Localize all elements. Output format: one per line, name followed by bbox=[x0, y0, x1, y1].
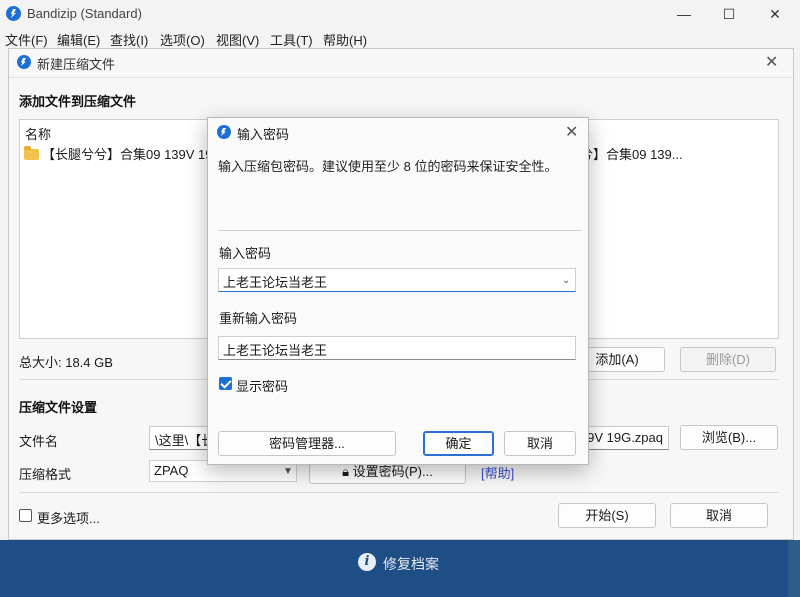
repair-archive-link[interactable]: 修复档案 bbox=[383, 554, 439, 574]
password-input[interactable]: 上老王论坛当老王 bbox=[218, 268, 576, 292]
filename-label: 文件名 bbox=[19, 434, 59, 449]
reenter-password-value: 上老王论坛当老王 bbox=[223, 343, 328, 358]
enter-password-label: 输入密码 bbox=[219, 246, 272, 261]
password-dialog: 输入密码 ✕ 输入压缩包密码。建议使用至少 8 位的密码来保证安全性。 输入密码… bbox=[207, 117, 589, 465]
info-icon: i bbox=[358, 553, 376, 571]
bottom-bar: i 修复档案 bbox=[0, 540, 800, 597]
browse-button[interactable]: 浏览(B)... bbox=[680, 425, 778, 450]
divider bbox=[9, 77, 795, 78]
close-icon[interactable]: ✕ bbox=[765, 52, 778, 72]
total-size: 总大小: 18.4 GB bbox=[19, 355, 113, 370]
help-link[interactable]: [帮助] bbox=[481, 463, 514, 482]
new-archive-title: 新建压缩文件 bbox=[37, 57, 116, 72]
menu-help[interactable]: 帮助(H) bbox=[323, 30, 367, 49]
divider bbox=[218, 230, 582, 231]
reenter-password-input[interactable]: 上老王论坛当老王 bbox=[218, 336, 576, 360]
new-archive-title-bar: 新建压缩文件 ✕ bbox=[9, 49, 793, 75]
add-files-heading: 添加文件到压缩文件 bbox=[19, 94, 137, 109]
show-password-label[interactable]: 显示密码 bbox=[236, 376, 288, 395]
bandizip-icon bbox=[6, 6, 21, 21]
delete-button[interactable]: 删除(D) bbox=[680, 347, 776, 372]
menu-view[interactable]: 视图(V) bbox=[216, 30, 259, 49]
password-title-bar: 输入密码 ✕ bbox=[208, 118, 588, 146]
divider bbox=[19, 492, 779, 493]
list-item-overflow: 兮】合集09 139... bbox=[580, 147, 683, 162]
reenter-password-label: 重新输入密码 bbox=[219, 311, 298, 326]
file-name: 【长腿兮兮】合集09 139V 19 bbox=[42, 147, 213, 162]
bandizip-icon bbox=[17, 55, 31, 69]
password-description: 输入压缩包密码。建议使用至少 8 位的密码来保证安全性。 bbox=[218, 159, 558, 174]
minimize-button[interactable]: — bbox=[661, 0, 707, 28]
close-button[interactable]: ✕ bbox=[752, 0, 798, 28]
filename-value-right: 9V 19G.zpaq bbox=[587, 430, 663, 445]
list-item[interactable]: 【长腿兮兮】合集09 139V 19 bbox=[24, 144, 213, 163]
more-options-checkbox[interactable] bbox=[19, 509, 32, 522]
password-value: 上老王论坛当老王 bbox=[223, 275, 328, 290]
window-title: Bandizip (Standard) bbox=[27, 6, 142, 21]
lock-icon: 🔒︎ bbox=[342, 464, 353, 479]
title-bar: Bandizip (Standard) — ☐ ✕ bbox=[0, 0, 800, 28]
password-dialog-title: 输入密码 bbox=[237, 127, 290, 142]
cancel-button[interactable]: 取消 bbox=[670, 503, 768, 528]
password-manager-button[interactable]: 密码管理器... bbox=[218, 431, 396, 456]
menu-options[interactable]: 选项(O) bbox=[160, 30, 205, 49]
menu-tools[interactable]: 工具(T) bbox=[270, 30, 313, 49]
bandizip-icon bbox=[217, 125, 231, 139]
settings-heading: 压缩文件设置 bbox=[19, 400, 98, 415]
menu-edit[interactable]: 编辑(E) bbox=[57, 30, 100, 49]
filename-value-left: \这里\【长 bbox=[155, 433, 215, 448]
menu-bar: 文件(F) 编辑(E) 查找(I) 选项(O) 视图(V) 工具(T) 帮助(H… bbox=[0, 28, 800, 48]
menu-find[interactable]: 查找(I) bbox=[110, 30, 148, 49]
more-options-label[interactable]: 更多选项... bbox=[37, 508, 100, 527]
set-password-label: 设置密码(P)... bbox=[352, 464, 433, 479]
folder-icon bbox=[24, 146, 39, 160]
menu-file[interactable]: 文件(F) bbox=[5, 30, 48, 49]
close-icon[interactable]: ✕ bbox=[565, 122, 578, 142]
start-button[interactable]: 开始(S) bbox=[558, 503, 656, 528]
ok-button[interactable]: 确定 bbox=[423, 431, 494, 456]
maximize-button[interactable]: ☐ bbox=[706, 0, 752, 28]
password-cancel-button[interactable]: 取消 bbox=[504, 431, 576, 456]
column-header-name[interactable]: 名称 bbox=[25, 124, 51, 143]
show-password-checkbox[interactable] bbox=[219, 377, 232, 390]
format-label: 压缩格式 bbox=[19, 467, 72, 482]
background-edge bbox=[788, 540, 800, 597]
chevron-down-icon: ▼ bbox=[283, 466, 293, 477]
format-value: ZPAQ bbox=[154, 463, 189, 478]
chevron-down-icon[interactable]: ⌄ bbox=[562, 275, 570, 286]
